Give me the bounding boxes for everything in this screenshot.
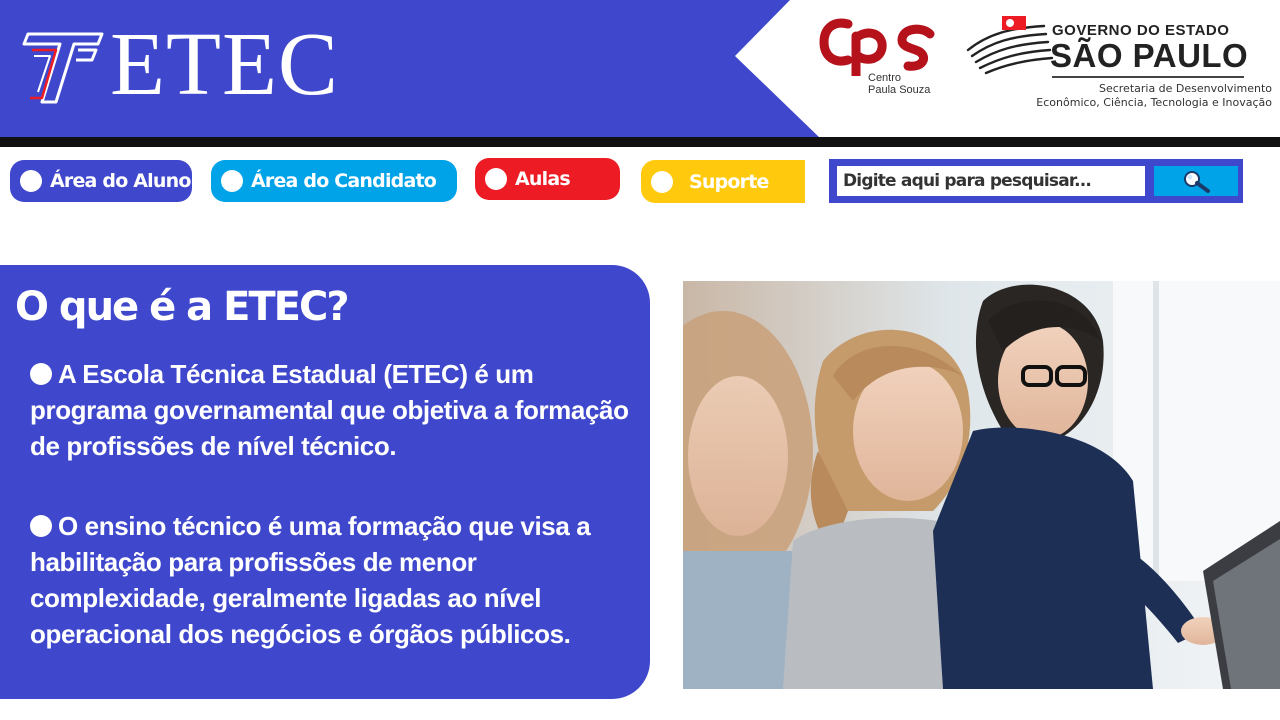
nav-dot-icon [485,168,507,190]
page-title: O que é a ETEC? [15,284,350,330]
etec-logo-mark-icon [22,32,104,104]
students-photo [683,281,1280,689]
info-paragraph-text: O ensino técnico é uma formação que visa… [30,511,591,649]
info-paragraph: O ensino técnico é uma formação que visa… [30,508,630,652]
search-button[interactable] [1154,166,1238,196]
nav-dot-icon [651,170,673,193]
cps-logo-icon [819,18,935,76]
nav-area-do-aluno-button[interactable]: Área do Aluno [10,160,192,202]
nav-label: Aulas [515,168,571,190]
bullet-icon [30,363,52,385]
nav-suporte-button[interactable]: Suporte [641,160,805,203]
nav-label: Área do Aluno [50,170,191,192]
search-box [829,159,1243,203]
cps-caption-line1: Centro [868,72,902,84]
governo-sp-logo[interactable]: GOVERNO DO ESTADO SÃO PAULO Secretaria d… [966,12,1278,112]
cps-caption: Centro Paula Souza [868,72,930,96]
sp-flag-wing-icon [966,16,1054,75]
gov-secretariat-line1: Secretaria de Desenvolvimento [1098,82,1272,95]
gov-line2: SÃO PAULO [1050,37,1249,74]
header: ETEC Centro Paula Souza GOVERNO DO ESTAD… [0,0,1280,138]
nav-label: Suporte [689,170,769,193]
logo-text: ETEC [110,15,339,114]
nav-dot-icon [20,170,42,192]
info-paragraph-text: A Escola Técnica Estadual (ETEC) é um pr… [30,359,629,461]
gov-divider [1052,76,1244,78]
students-photo-illustration [683,281,1280,689]
info-paragraph: A Escola Técnica Estadual (ETEC) é um pr… [30,356,630,464]
etec-logo[interactable]: ETEC [22,20,362,114]
header-divider-bar [0,137,1280,147]
gov-secretariat: Secretaria de Desenvolvimento Econômico,… [1036,82,1272,110]
page: ETEC Centro Paula Souza GOVERNO DO ESTAD… [0,0,1280,720]
bullet-icon [30,515,52,537]
nav-dot-icon [221,170,243,192]
cps-caption-line2: Paula Souza [868,84,931,96]
nav-area-do-candidato-button[interactable]: Área do Candidato [211,160,457,202]
magnifier-icon [1184,171,1210,193]
search-input[interactable] [837,166,1145,196]
cps-logo[interactable]: Centro Paula Souza [818,12,948,102]
nav-label: Área do Candidato [251,170,437,192]
gov-secretariat-line2: Econômico, Ciência, Tecnologia e Inovaçã… [1036,96,1272,109]
nav-aulas-button[interactable]: Aulas [475,158,620,200]
